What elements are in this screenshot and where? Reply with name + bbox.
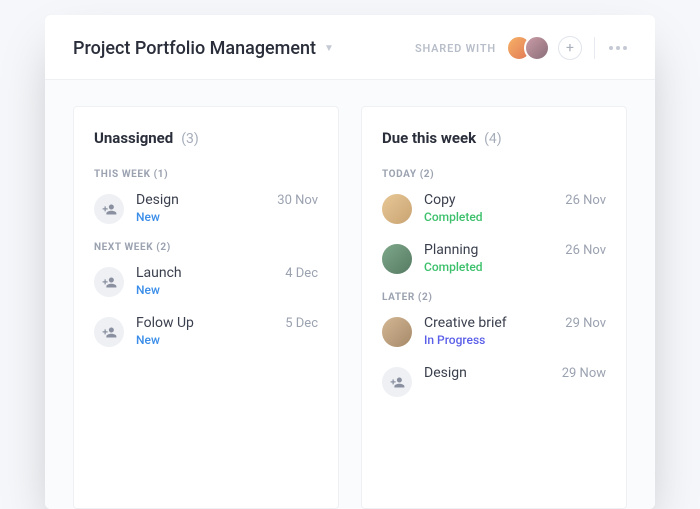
shared-avatars: [506, 35, 550, 61]
task-body: Design 29 Now: [424, 365, 606, 381]
task-card[interactable]: Design 29 Now: [382, 365, 606, 397]
avatar[interactable]: [382, 194, 412, 224]
column-count: (3): [181, 131, 199, 147]
status-badge: Completed: [424, 210, 606, 224]
add-user-button[interactable]: +: [558, 36, 582, 60]
task-title: Design: [424, 365, 467, 381]
more-menu-button[interactable]: [609, 46, 627, 50]
shared-with-label: SHARED WITH: [415, 42, 496, 55]
task-date: 29 Now: [562, 366, 606, 381]
task-card[interactable]: Folow Up 5 Dec New: [94, 315, 318, 347]
board: Unassigned (3) THIS WEEK (1) Design 30 N…: [45, 80, 655, 509]
chevron-down-icon: ▼: [324, 43, 334, 54]
column-title: Due this week: [382, 129, 476, 147]
status-badge: In Progress: [424, 333, 606, 347]
task-body: Launch 4 Dec New: [136, 265, 318, 297]
task-date: 30 Nov: [277, 193, 318, 208]
task-body: Creative brief 29 Nov In Progress: [424, 315, 606, 347]
status-badge: New: [136, 283, 318, 297]
column-unassigned: Unassigned (3) THIS WEEK (1) Design 30 N…: [73, 106, 339, 509]
task-card[interactable]: Design 30 Nov New: [94, 192, 318, 224]
task-date: 26 Nov: [565, 243, 606, 258]
column-count: (4): [484, 131, 502, 147]
task-body: Design 30 Nov New: [136, 192, 318, 224]
task-card[interactable]: Creative brief 29 Nov In Progress: [382, 315, 606, 347]
group-label: THIS WEEK (1): [94, 169, 318, 180]
task-date: 29 Nov: [565, 316, 606, 331]
group-label: TODAY (2): [382, 169, 606, 180]
dot-icon: [616, 46, 620, 50]
task-date: 4 Dec: [285, 266, 318, 281]
avatar[interactable]: [382, 244, 412, 274]
task-title: Design: [136, 192, 179, 208]
task-date: 5 Dec: [285, 316, 318, 331]
task-body: Copy 26 Nov Completed: [424, 192, 606, 224]
divider: [594, 37, 595, 59]
task-title: Copy: [424, 192, 456, 208]
assign-user-icon[interactable]: [94, 317, 124, 347]
avatar[interactable]: [524, 35, 550, 61]
dot-icon: [623, 46, 627, 50]
task-title: Creative brief: [424, 315, 507, 331]
column-header: Unassigned (3): [94, 129, 318, 147]
header: Project Portfolio Management ▼ SHARED WI…: [45, 15, 655, 80]
status-badge: New: [136, 333, 318, 347]
page-title: Project Portfolio Management: [73, 38, 316, 59]
status-badge: Completed: [424, 260, 606, 274]
task-title: Folow Up: [136, 315, 194, 331]
column-header: Due this week (4): [382, 129, 606, 147]
group-label: LATER (2): [382, 292, 606, 303]
avatar[interactable]: [382, 317, 412, 347]
group-label: NEXT WEEK (2): [94, 242, 318, 253]
task-body: Planning 26 Nov Completed: [424, 242, 606, 274]
title-dropdown[interactable]: Project Portfolio Management ▼: [73, 38, 415, 59]
dot-icon: [609, 46, 613, 50]
assign-user-icon[interactable]: [382, 367, 412, 397]
assign-user-icon[interactable]: [94, 194, 124, 224]
task-card[interactable]: Launch 4 Dec New: [94, 265, 318, 297]
task-card[interactable]: Copy 26 Nov Completed: [382, 192, 606, 224]
app-window: Project Portfolio Management ▼ SHARED WI…: [45, 15, 655, 509]
column-due-this-week: Due this week (4) TODAY (2) Copy 26 Nov …: [361, 106, 627, 509]
task-card[interactable]: Planning 26 Nov Completed: [382, 242, 606, 274]
task-date: 26 Nov: [565, 193, 606, 208]
status-badge: New: [136, 210, 318, 224]
task-title: Launch: [136, 265, 182, 281]
plus-icon: +: [566, 40, 574, 56]
column-title: Unassigned: [94, 129, 173, 147]
task-body: Folow Up 5 Dec New: [136, 315, 318, 347]
assign-user-icon[interactable]: [94, 267, 124, 297]
task-title: Planning: [424, 242, 478, 258]
